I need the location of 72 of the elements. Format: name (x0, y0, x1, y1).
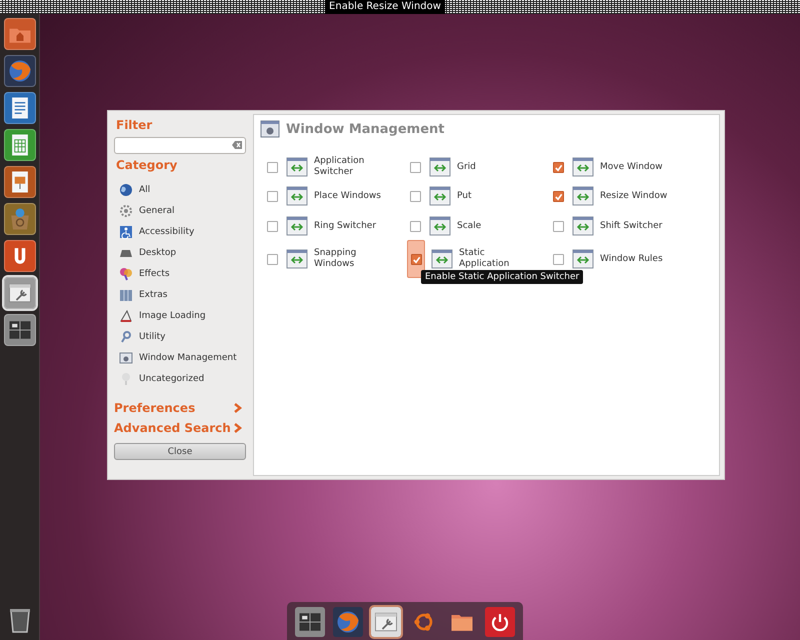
window-icon (286, 186, 308, 206)
lightbulb-icon (119, 372, 133, 386)
clear-icon[interactable] (232, 141, 242, 149)
globe-icon[interactable] (333, 607, 363, 637)
checkbox[interactable] (552, 254, 564, 264)
window-icon (286, 249, 308, 269)
gear-icon (119, 204, 133, 218)
plugin-label: Ring Switcher (314, 220, 378, 232)
category-item[interactable]: Image Loading (119, 308, 246, 324)
presentation-icon[interactable] (4, 166, 36, 198)
window-icon (286, 157, 308, 177)
grid-icon[interactable] (4, 314, 36, 346)
category-item[interactable]: All (119, 182, 246, 198)
window-icon (119, 351, 133, 365)
u-shape-icon[interactable] (4, 240, 36, 272)
checkbox[interactable] (552, 162, 564, 172)
checkbox[interactable] (410, 220, 420, 232)
plugin-label: Snapping Windows (314, 248, 358, 270)
window-icon (572, 249, 594, 269)
filter-field[interactable] (114, 137, 246, 154)
wheelchair-icon (119, 225, 133, 239)
triangle-icon (119, 309, 133, 323)
category-item[interactable]: Effects (119, 266, 246, 282)
checkbox[interactable] (410, 162, 420, 172)
globe-icon[interactable] (4, 55, 36, 87)
window-icon (286, 216, 308, 236)
category-item[interactable]: Utility (119, 329, 246, 345)
bag-icon[interactable] (4, 203, 36, 235)
window-icon (429, 216, 451, 236)
category-item[interactable]: Extras (119, 287, 246, 303)
plugin-label: Shift Switcher (600, 220, 664, 232)
window-icon (431, 249, 453, 269)
plugin-label: Static Application (459, 248, 510, 270)
tooltip: Enable Resize Window (325, 0, 445, 14)
category-item[interactable]: General (119, 203, 246, 219)
plugin-label: Application Switcher (314, 156, 366, 178)
checkbox[interactable] (552, 220, 564, 232)
window-icon (429, 157, 451, 177)
checkbox[interactable] (266, 220, 278, 232)
globe-icon (119, 183, 133, 197)
power-icon[interactable] (485, 607, 515, 637)
category-item[interactable]: Window Management (119, 350, 246, 366)
close-button[interactable]: Close (114, 443, 246, 460)
section-title: Window Management (286, 122, 445, 136)
filter-heading: Filter (116, 118, 154, 132)
tooltip: Enable Static Application Switcher (421, 270, 584, 284)
checkbox[interactable] (266, 162, 278, 172)
grid-icon[interactable] (295, 607, 325, 637)
folder-icon[interactable] (4, 18, 36, 50)
checkbox[interactable] (266, 190, 278, 202)
category-item[interactable]: Accessibility (119, 224, 246, 240)
window-icon (260, 119, 280, 139)
plugin-label: Window Rules (600, 254, 664, 264)
plugin-label: Grid (457, 162, 477, 172)
checkbox[interactable] (410, 190, 420, 202)
category-item[interactable]: Uncategorized (119, 371, 246, 387)
window-icon (572, 216, 594, 236)
checkbox[interactable] (266, 254, 278, 264)
plugin-label: Resize Window (600, 190, 668, 202)
plugin-label: Scale (457, 220, 482, 232)
checkbox[interactable] (552, 190, 564, 202)
category-item[interactable]: Desktop (119, 245, 246, 261)
plugin-label: Move Window (600, 162, 664, 172)
window-icon (429, 186, 451, 206)
spreadsheet-icon[interactable] (4, 129, 36, 161)
window-icon (572, 186, 594, 206)
checkbox[interactable] (410, 254, 422, 264)
plugin-label: Put (457, 190, 473, 202)
category-heading: Category (116, 158, 178, 172)
plugin-label: Place Windows (314, 190, 382, 202)
window-icon (572, 157, 594, 177)
document-icon[interactable] (4, 92, 36, 124)
